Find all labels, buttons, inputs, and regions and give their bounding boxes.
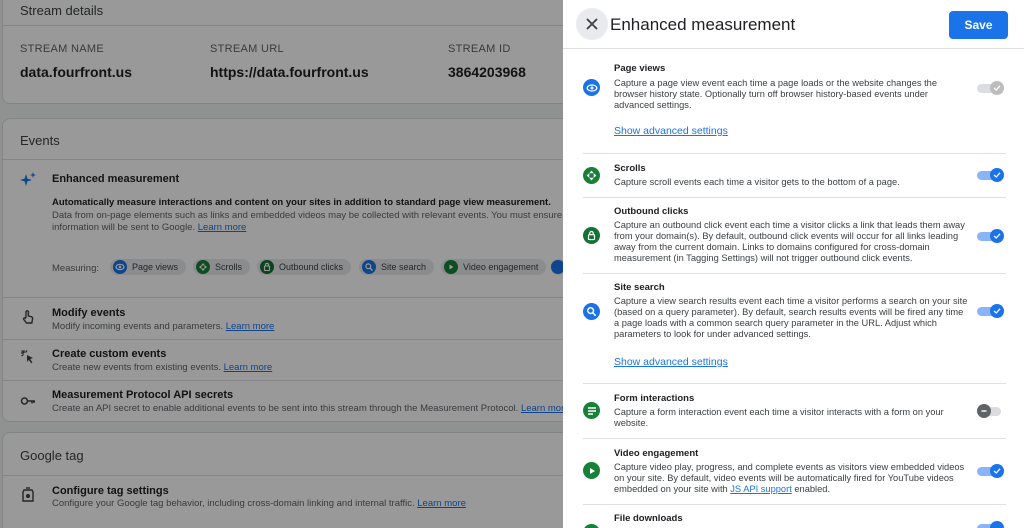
event-desc: Capture scroll events each time a visito…	[614, 177, 900, 187]
show-advanced-settings-link[interactable]: Show advanced settings	[614, 356, 728, 368]
eye-icon	[583, 79, 600, 96]
event-desc: Capture a page view event each time a pa…	[614, 78, 938, 110]
event-divider	[583, 438, 1006, 439]
event-title: File downloads	[614, 513, 683, 524]
form-icon	[583, 402, 600, 419]
event-title: Page views	[614, 63, 666, 74]
file-downloads-toggle[interactable]	[977, 521, 1004, 528]
event-title: Site search	[614, 282, 665, 293]
event-title: Video engagement	[614, 448, 699, 459]
event-desc: Capture video play, progress, and comple…	[614, 462, 965, 494]
panel-header-divider	[563, 48, 1024, 49]
event-desc: Capture a view search results event each…	[614, 296, 968, 339]
event-desc: Capture a form interaction event each ti…	[614, 407, 944, 428]
outbound-clicks-toggle[interactable]	[977, 229, 1004, 243]
event-divider	[583, 197, 1006, 198]
js-api-support-link[interactable]: JS API support	[730, 484, 792, 494]
play-icon	[583, 462, 600, 479]
lock-icon	[583, 227, 600, 244]
save-button[interactable]: Save	[949, 11, 1008, 39]
event-title: Scrolls	[614, 163, 646, 174]
event-divider	[583, 383, 1006, 384]
page-views-toggle	[977, 81, 1004, 95]
event-title: Form interactions	[614, 393, 695, 404]
event-title: Outbound clicks	[614, 206, 689, 217]
event-desc: Capture an outbound click event each tim…	[614, 220, 965, 263]
show-advanced-settings-link[interactable]: Show advanced settings	[614, 125, 728, 137]
close-button[interactable]	[576, 8, 608, 40]
panel-title: Enhanced measurement	[610, 15, 796, 34]
search-icon	[583, 303, 600, 320]
close-icon	[586, 18, 598, 30]
site-search-toggle[interactable]	[977, 304, 1004, 318]
event-divider	[583, 504, 1006, 505]
video-engagement-toggle[interactable]	[977, 464, 1004, 478]
event-divider	[583, 273, 1006, 274]
form-interactions-toggle[interactable]	[977, 404, 1004, 418]
scrolls-toggle[interactable]	[977, 168, 1004, 182]
event-divider	[583, 153, 1006, 154]
scroll-icon	[583, 167, 600, 184]
